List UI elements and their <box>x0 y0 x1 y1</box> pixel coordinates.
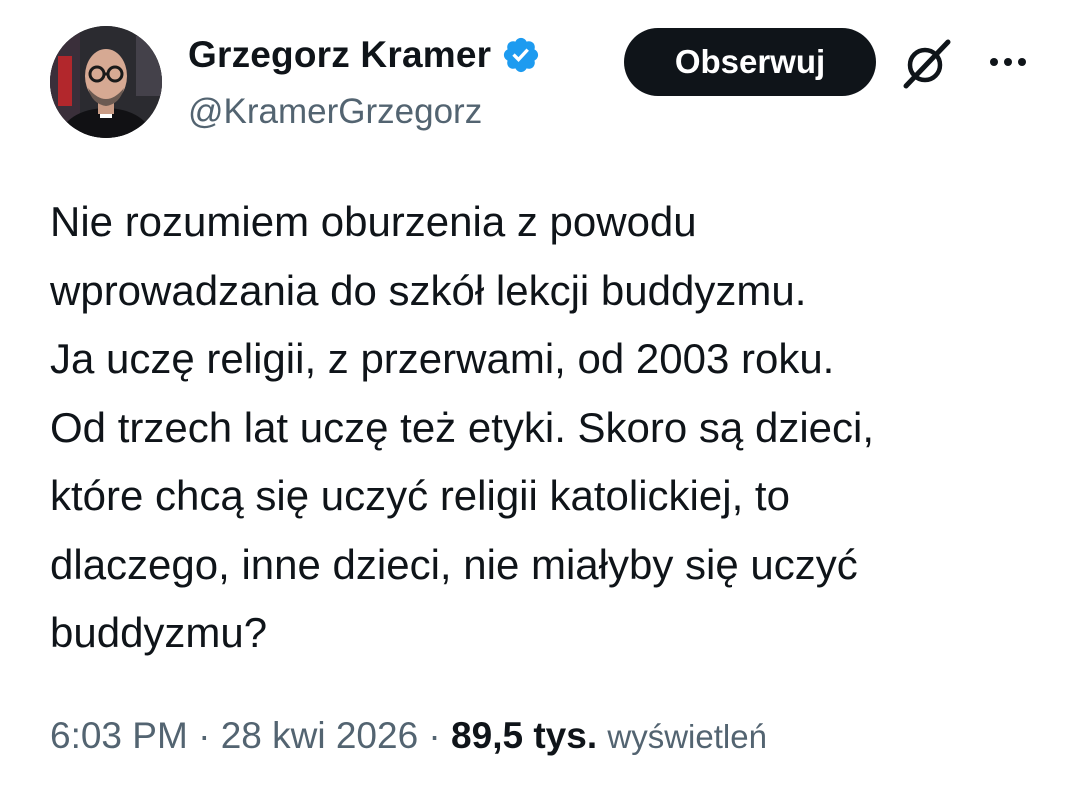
tweet-text-line: Ja uczę religii, z przerwami, od 2003 ro… <box>50 335 835 382</box>
author-display-name[interactable]: Grzegorz Kramer <box>188 34 491 76</box>
tweet-date[interactable]: 28 kwi 2026 <box>221 715 418 756</box>
tweet-text-line: dlaczego, inne dzieci, nie miałyby się u… <box>50 540 858 588</box>
tweet-text-line: Nie rozumiem oburzenia z powodu <box>50 198 697 245</box>
follow-button[interactable]: Obserwuj <box>624 28 876 96</box>
tweet-meta: 6:03 PM · 28 kwi 2026 · 89,5 tys. wyświe… <box>50 710 767 763</box>
tweet-text-line: buddyzmu? <box>50 609 268 656</box>
grok-icon[interactable] <box>900 36 954 90</box>
tweet-time[interactable]: 6:03 PM <box>50 715 188 756</box>
views-label: wyświetleń <box>607 718 767 755</box>
meta-separator: · <box>187 715 221 756</box>
avatar[interactable] <box>50 26 162 138</box>
author-handle[interactable]: @KramerGrzegorz <box>188 92 482 132</box>
tweet-text-line: które chcą się uczyć religii katolickiej… <box>50 472 790 519</box>
tweet-text: Nie rozumiem oburzenia z powodu wprowadz… <box>50 188 1050 668</box>
tweet-text-line: wprowadzania do szkół lekcji buddyzmu. <box>50 266 807 314</box>
meta-separator: · <box>418 715 452 756</box>
tweet-text-line: Od trzech lat uczę też etyki. Skoro są d… <box>50 403 875 451</box>
views-count: 89,5 tys. <box>451 715 598 756</box>
verified-badge-icon[interactable] <box>501 35 541 75</box>
author-name-row[interactable]: Grzegorz Kramer <box>188 32 541 78</box>
more-options-icon[interactable] <box>984 46 1032 78</box>
